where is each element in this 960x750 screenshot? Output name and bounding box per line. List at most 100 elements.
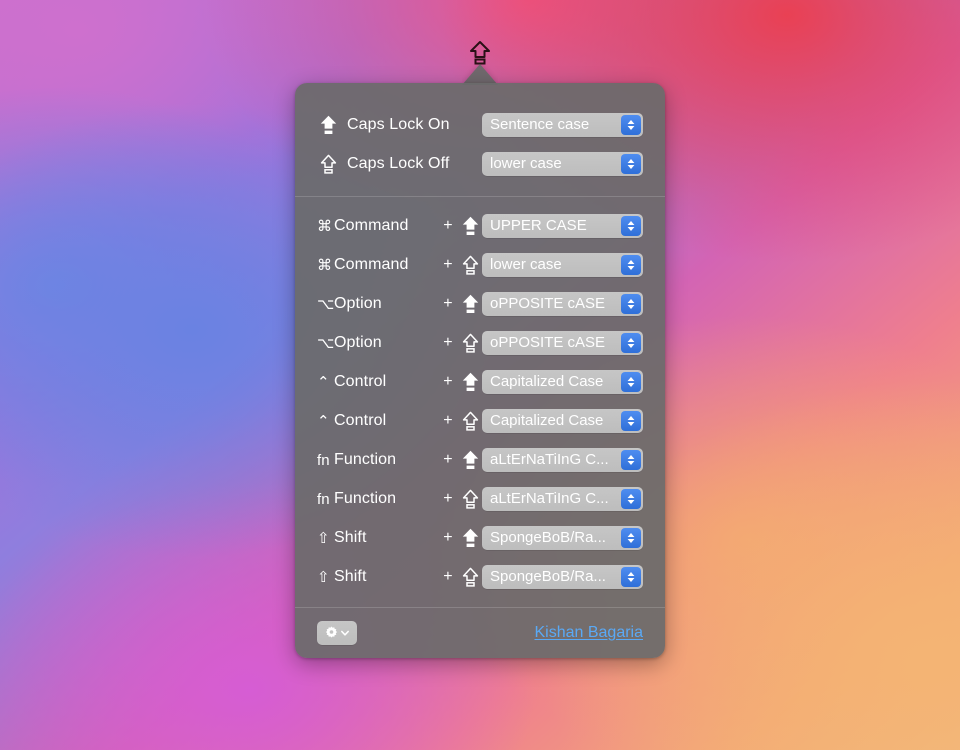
case-transform-select[interactable]: oPPOSITE cASE [482, 331, 643, 356]
modifier-key: ⌘ Command + [317, 255, 482, 275]
modifier-name: Command [334, 217, 409, 235]
caps-lock-off-row: Caps Lock Off lower case [317, 144, 643, 183]
modifier-row: ⌥ Option + oPPOSITE cASE [317, 324, 643, 363]
modifier-name: Shift [334, 568, 367, 586]
command-symbol: ⌘ [317, 256, 333, 274]
caps-lock-arrow-outline-icon [458, 411, 482, 431]
case-transform-select-value: Capitalized Case [490, 373, 604, 391]
menubar-caps-lock-icon[interactable] [468, 40, 492, 66]
modifier-row: ⇧ Shift + SpongeBoB/Ra... [317, 558, 643, 597]
caps-lock-on-key: Caps Lock On [317, 115, 482, 135]
shift-symbol: ⇧ [317, 529, 330, 547]
case-transform-select[interactable]: aLtErNaTiInG C... [482, 487, 643, 512]
modifier-name: Shift [334, 529, 367, 547]
caps-lock-arrow-outline-icon [458, 333, 482, 353]
case-transform-select-value: lower case [490, 256, 562, 274]
modifier-key: ⌃ Control + [317, 372, 482, 392]
caps-lock-off-select[interactable]: lower case [482, 151, 643, 176]
control-symbol: ⌃ [317, 373, 330, 391]
shift-symbol: ⇧ [317, 568, 330, 586]
chevron-up-down-icon[interactable] [621, 567, 641, 588]
function-symbol: fn [317, 451, 330, 469]
author-credit-link[interactable]: Kishan Bagaria [534, 624, 643, 642]
modifier-key: ⌃ Control + [317, 411, 482, 431]
modifier-name: Option [334, 334, 382, 352]
caps-lock-state-section: Caps Lock On Sentence case Caps Lock Off… [295, 83, 665, 196]
control-symbol: ⌃ [317, 412, 330, 430]
chevron-up-down-icon[interactable] [621, 450, 641, 471]
chevron-up-down-icon[interactable] [621, 114, 641, 135]
caps-lock-arrow-filled-icon [458, 372, 482, 392]
function-symbol: fn [317, 490, 330, 508]
plus-separator: + [443, 217, 453, 235]
caps-lock-off-key: Caps Lock Off [317, 154, 482, 174]
caps-lock-on-select[interactable]: Sentence case [482, 112, 643, 137]
chevron-up-down-icon[interactable] [621, 333, 641, 354]
modifier-row: ⇧ Shift + SpongeBoB/Ra... [317, 519, 643, 558]
modifier-key: ⌘ Command + [317, 216, 482, 236]
modifier-shortcuts-section: ⌘ Command + UPPER CASE ⌘ Command + lower case ⌥ O… [295, 197, 665, 607]
caps-lock-on-row: Caps Lock On Sentence case [317, 105, 643, 144]
case-transform-select[interactable]: aLtErNaTiInG C... [482, 448, 643, 473]
chevron-up-down-icon[interactable] [621, 153, 641, 174]
plus-separator: + [443, 568, 453, 586]
chevron-up-down-icon[interactable] [621, 255, 641, 276]
modifier-name: Command [334, 256, 409, 274]
option-symbol: ⌥ [317, 295, 335, 313]
chevron-up-down-icon[interactable] [621, 528, 641, 549]
caps-lock-on-label: Caps Lock On [347, 115, 450, 133]
case-transform-select-value: SpongeBoB/Ra... [490, 529, 606, 547]
plus-separator: + [443, 256, 453, 274]
plus-separator: + [443, 490, 453, 508]
plus-separator: + [443, 451, 453, 469]
caps-lock-arrow-outline-icon [458, 255, 482, 275]
modifier-key: ⌥ Option + [317, 294, 482, 314]
chevron-up-down-icon[interactable] [621, 489, 641, 510]
gear-icon [325, 626, 338, 639]
modifier-name: Control [334, 373, 387, 391]
plus-separator: + [443, 373, 453, 391]
modifier-row: ⌥ Option + oPPOSITE cASE [317, 285, 643, 324]
modifier-name: Control [334, 412, 387, 430]
case-transform-select[interactable]: lower case [482, 253, 643, 278]
case-transform-select-value: aLtErNaTiInG C... [490, 490, 609, 508]
popover-tip [462, 64, 498, 85]
modifier-name: Function [334, 451, 397, 469]
option-symbol: ⌥ [317, 334, 335, 352]
case-transform-select[interactable]: Capitalized Case [482, 409, 643, 434]
case-transform-select[interactable]: SpongeBoB/Ra... [482, 526, 643, 551]
case-transform-select-value: oPPOSITE cASE [490, 295, 606, 313]
modifier-row: ⌘ Command + lower case [317, 246, 643, 285]
command-symbol: ⌘ [317, 217, 333, 235]
chevron-up-down-icon[interactable] [621, 216, 641, 237]
caps-lock-arrow-filled-icon [317, 115, 339, 135]
case-transform-select-value: Capitalized Case [490, 412, 604, 430]
modifier-key: fn Function + [317, 489, 482, 509]
chevron-up-down-icon[interactable] [621, 294, 641, 315]
case-transform-select[interactable]: UPPER CASE [482, 214, 643, 239]
modifier-name: Option [334, 295, 382, 313]
case-transform-select-value: SpongeBoB/Ra... [490, 568, 606, 586]
plus-separator: + [443, 529, 453, 547]
caps-lock-arrow-filled-icon [458, 450, 482, 470]
plus-separator: + [443, 412, 453, 430]
caps-lock-arrow-outline-icon [458, 567, 482, 587]
modifier-row: ⌃ Control + Capitalized Case [317, 402, 643, 441]
case-transform-select[interactable]: SpongeBoB/Ra... [482, 565, 643, 590]
modifier-row: ⌃ Control + Capitalized Case [317, 363, 643, 402]
caps-lock-on-select-value: Sentence case [490, 115, 590, 133]
popover-footer: Kishan Bagaria [295, 608, 665, 658]
chevron-up-down-icon[interactable] [621, 411, 641, 432]
caps-lock-off-select-value: lower case [490, 154, 562, 172]
caps-lock-arrow-outline-icon [317, 154, 339, 174]
caps-lock-arrow-filled-icon [458, 216, 482, 236]
case-transform-select-value: aLtErNaTiInG C... [490, 451, 609, 469]
modifier-key: ⌥ Option + [317, 333, 482, 353]
chevron-up-down-icon[interactable] [621, 372, 641, 393]
case-transform-select[interactable]: Capitalized Case [482, 370, 643, 395]
case-transform-select[interactable]: oPPOSITE cASE [482, 292, 643, 317]
case-transform-select-value: oPPOSITE cASE [490, 334, 606, 352]
settings-menu-button[interactable] [317, 620, 357, 645]
caps-lock-settings-popover: Caps Lock On Sentence case Caps Lock Off… [295, 83, 665, 658]
caps-lock-arrow-filled-icon [458, 528, 482, 548]
